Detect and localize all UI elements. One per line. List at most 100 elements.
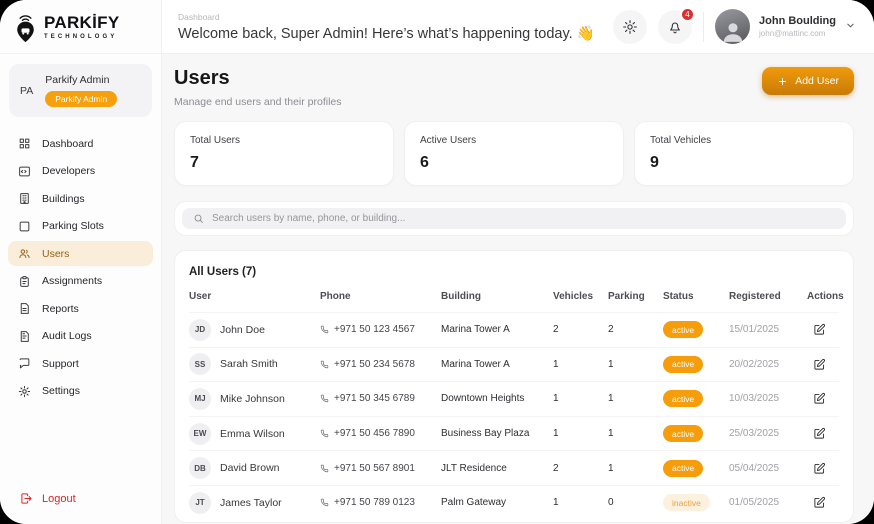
logout-button[interactable]: Logout — [0, 476, 161, 524]
brand-logo: PARKİFY TECHNOLOGY — [0, 0, 161, 54]
phone: +971 50 234 5678 — [334, 359, 415, 370]
brand-subtitle: TECHNOLOGY — [44, 34, 119, 40]
edit-user-button[interactable] — [813, 462, 826, 475]
table-row: JT James Taylor +971 50 789 0123 Palm Ga… — [189, 485, 839, 520]
phone-icon — [320, 429, 329, 438]
phone: +971 50 456 7890 — [334, 428, 415, 439]
col-vehicles: Vehicles — [553, 291, 608, 302]
edit-user-button[interactable] — [813, 392, 826, 405]
phone: +971 50 123 4567 — [334, 324, 415, 335]
admin-profile-card[interactable]: PA Parkify Admin Parkify Admin — [9, 64, 152, 117]
search-input[interactable] — [212, 213, 835, 224]
gear-icon — [18, 385, 31, 398]
sidebar-item-settings[interactable]: Settings — [8, 379, 153, 404]
registered-date: 15/01/2025 — [729, 324, 807, 335]
users-icon — [18, 247, 31, 260]
sidebar-item-buildings[interactable]: Buildings — [8, 186, 153, 211]
edit-user-button[interactable] — [813, 496, 826, 509]
sidebar-item-users[interactable]: Users — [8, 241, 153, 266]
nav-label: Parking Slots — [42, 220, 104, 232]
topbar: Dashboard Welcome back, Super Admin! Her… — [162, 0, 874, 54]
phone: +971 50 345 6789 — [334, 393, 415, 404]
nav-label: Buildings — [42, 193, 85, 205]
registered-date: 05/04/2025 — [729, 463, 807, 474]
stat-label: Active Users — [420, 135, 608, 146]
sidebar-item-support[interactable]: Support — [8, 351, 153, 376]
sidebar-item-parking-slots[interactable]: Parking Slots — [8, 214, 153, 239]
status-badge: active — [663, 425, 703, 442]
col-building: Building — [441, 291, 553, 302]
sidebar-item-assignments[interactable]: Assignments — [8, 269, 153, 294]
nav-label: Developers — [42, 165, 95, 177]
phone-icon — [320, 360, 329, 369]
sidebar-item-audit-logs[interactable]: Audit Logs — [8, 324, 153, 349]
edit-icon — [813, 427, 826, 440]
avatar: JD — [189, 319, 211, 341]
sidebar-item-dashboard[interactable]: Dashboard — [8, 131, 153, 156]
edit-icon — [813, 462, 826, 475]
avatar: DB — [189, 457, 211, 479]
bell-icon — [667, 19, 683, 35]
table-row: EW Emma Wilson +971 50 456 7890 Business… — [189, 416, 839, 451]
main-area: Dashboard Welcome back, Super Admin! Her… — [162, 0, 874, 524]
user-name: John Boulding — [759, 15, 836, 27]
nav-label: Audit Logs — [42, 330, 92, 342]
stat-card-total-users: Total Users 7 — [174, 121, 394, 186]
brand-name: PARKİFY — [44, 14, 119, 31]
table-row: DB David Brown +971 50 567 8901 JLT Resi… — [189, 450, 839, 485]
status-badge: inactive — [663, 494, 710, 511]
col-status: Status — [663, 291, 729, 302]
avatar: SS — [189, 353, 211, 375]
report-icon — [18, 302, 31, 315]
dashboard-icon — [18, 137, 31, 150]
chat-icon — [18, 357, 31, 370]
edit-icon — [813, 392, 826, 405]
stats-row: Total Users 7 Active Users 6 Total Vehic… — [174, 121, 854, 186]
edit-icon — [813, 496, 826, 509]
add-user-button[interactable]: Add User — [762, 67, 854, 95]
gear-icon — [622, 19, 638, 35]
vehicles-count: 1 — [553, 497, 608, 508]
welcome-title: Welcome back, Super Admin! Here’s what’s… — [178, 25, 595, 42]
col-registered: Registered — [729, 291, 807, 302]
edit-user-button[interactable] — [813, 358, 826, 371]
col-actions: Actions — [807, 291, 844, 302]
stat-value: 9 — [650, 154, 838, 172]
user-name: Mike Johnson — [220, 393, 285, 405]
profile-name: Parkify Admin — [45, 74, 117, 86]
user-name: Sarah Smith — [220, 358, 278, 370]
vehicles-count: 1 — [553, 428, 608, 439]
logout-icon — [20, 492, 33, 505]
page-title: Users — [174, 67, 342, 90]
clipboard-icon — [18, 275, 31, 288]
stat-label: Total Vehicles — [650, 135, 838, 146]
sidebar: PARKİFY TECHNOLOGY PA Parkify Admin Park… — [0, 0, 162, 524]
edit-icon — [813, 323, 826, 336]
phone-icon — [320, 498, 329, 507]
notifications-button[interactable]: 4 — [658, 10, 692, 44]
sidebar-item-developers[interactable]: Developers — [8, 159, 153, 184]
avatar: MJ — [189, 388, 211, 410]
settings-button[interactable] — [613, 10, 647, 44]
parking-count: 1 — [608, 393, 663, 404]
audit-log-icon — [18, 330, 31, 343]
edit-user-button[interactable] — [813, 323, 826, 336]
sidebar-item-reports[interactable]: Reports — [8, 296, 153, 321]
avatar: EW — [189, 423, 211, 445]
building: Palm Gateway — [441, 497, 553, 508]
building: Marina Tower A — [441, 359, 553, 370]
parking-count: 0 — [608, 497, 663, 508]
col-parking: Parking — [608, 291, 663, 302]
user-menu[interactable]: John Boulding john@mattinc.com — [715, 9, 856, 44]
edit-icon — [813, 358, 826, 371]
parking-count: 1 — [608, 463, 663, 474]
table-title: All Users (7) — [189, 266, 839, 278]
edit-user-button[interactable] — [813, 427, 826, 440]
breadcrumb: Dashboard — [178, 12, 595, 22]
vehicles-count: 1 — [553, 393, 608, 404]
user-name: John Doe — [220, 324, 265, 336]
status-badge: active — [663, 321, 703, 338]
status-badge: active — [663, 460, 703, 477]
parking-count: 2 — [608, 324, 663, 335]
users-table-card: All Users (7) User Phone Building Vehicl… — [174, 250, 854, 523]
